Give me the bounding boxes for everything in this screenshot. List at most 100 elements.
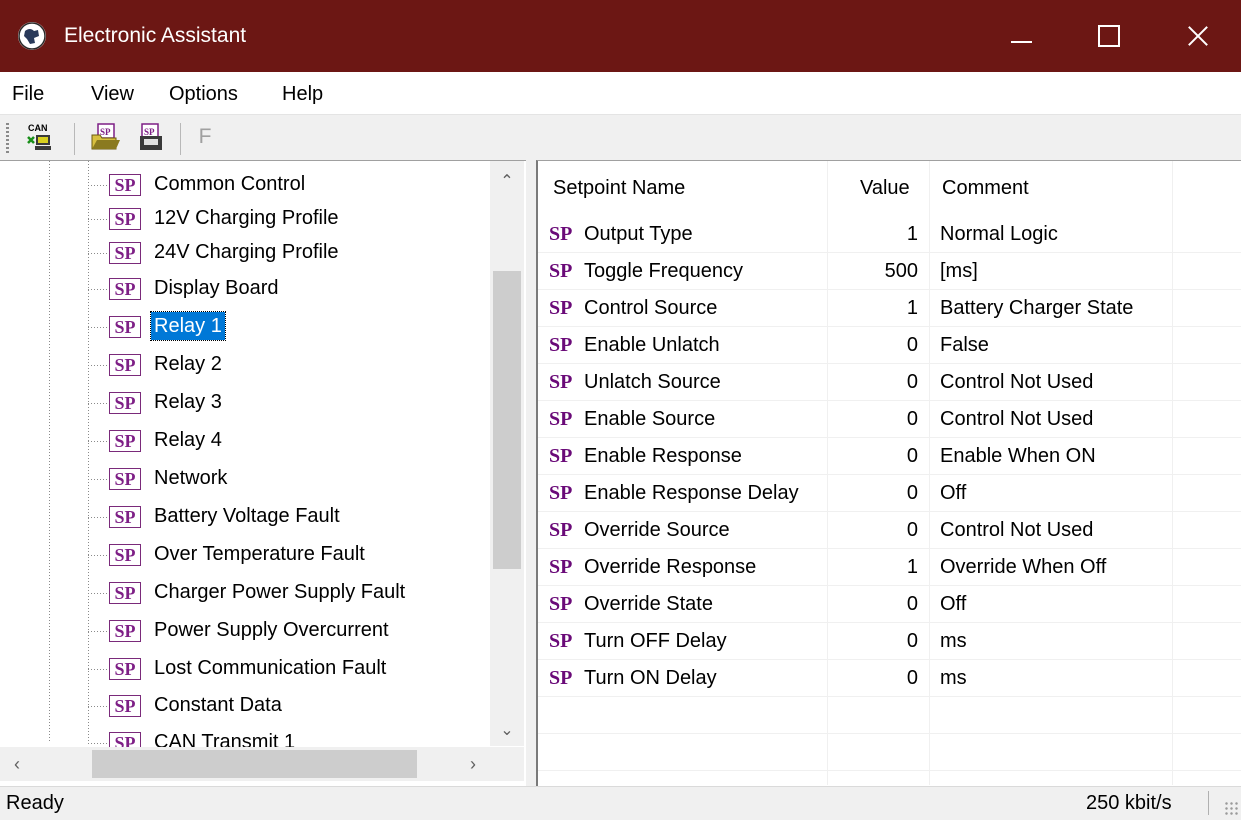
tree-item-label[interactable]: Power Supply Overcurrent: [151, 616, 392, 644]
status-separator: [1208, 791, 1209, 815]
setpoint-comment: Off: [940, 482, 967, 504]
menu-file[interactable]: File: [12, 72, 44, 116]
tree-item-label[interactable]: Battery Voltage Fault: [151, 502, 343, 530]
scroll-down-icon[interactable]: ⌄: [490, 714, 524, 748]
f-button[interactable]: F: [188, 121, 222, 153]
list-row[interactable]: SP Enable Response Delay 0 Off: [538, 475, 1241, 512]
save-setpoints-button[interactable]: SP: [134, 121, 168, 153]
menu-view[interactable]: View: [91, 72, 134, 116]
tree-item-label[interactable]: Network: [151, 464, 230, 492]
tree-item-label[interactable]: Over Temperature Fault: [151, 540, 368, 568]
tree-item[interactable]: SP Over Temperature Fault: [88, 537, 488, 571]
tree-item[interactable]: SP 12V Charging Profile: [88, 201, 488, 235]
menu-options[interactable]: Options: [169, 72, 238, 116]
setpoint-name: Toggle Frequency: [584, 260, 743, 282]
minimize-button[interactable]: [976, 0, 1064, 72]
setpoint-value[interactable]: 0: [828, 586, 918, 623]
setpoint-value[interactable]: 0: [828, 364, 918, 401]
setpoint-value[interactable]: 0: [828, 512, 918, 549]
sp-icon: SP: [549, 519, 573, 541]
list-row[interactable]: SP Unlatch Source 0 Control Not Used: [538, 364, 1241, 401]
tree-item[interactable]: SP Common Control: [88, 167, 488, 201]
tree-connector: [88, 441, 108, 442]
list-row[interactable]: SP Output Type 1 Normal Logic: [538, 216, 1241, 253]
sp-icon: SP: [109, 695, 141, 717]
list-row[interactable]: SP Enable Source 0 Control Not Used: [538, 401, 1241, 438]
sp-icon: SP: [109, 354, 141, 376]
list-row[interactable]: SP Turn ON Delay 0 ms: [538, 660, 1241, 697]
tree-item-label[interactable]: Charger Power Supply Fault: [151, 578, 408, 606]
tree-item[interactable]: SP Constant Data: [88, 688, 488, 722]
toolbar-grip[interactable]: [6, 123, 9, 155]
list-row[interactable]: SP Control Source 1 Battery Charger State: [538, 290, 1241, 327]
tree-item-label[interactable]: Lost Communication Fault: [151, 654, 389, 682]
tree-horizontal-scrollbar[interactable]: ‹ ›: [0, 747, 524, 781]
column-header-value[interactable]: Value: [860, 161, 910, 216]
setpoint-value[interactable]: 0: [828, 623, 918, 660]
tree-item[interactable]: SP Power Supply Overcurrent: [88, 613, 488, 647]
tree-item[interactable]: SP Relay 2: [88, 347, 488, 381]
setpoint-list[interactable]: Setpoint Name Value Comment SP Output Typ…: [536, 160, 1241, 786]
tree-item[interactable]: SP 24V Charging Profile: [88, 235, 488, 269]
scroll-thumb[interactable]: [493, 271, 521, 569]
list-row[interactable]: SP Override Source 0 Control Not Used: [538, 512, 1241, 549]
setpoint-value[interactable]: 1: [828, 549, 918, 586]
tree-item[interactable]: SP Relay 3: [88, 385, 488, 419]
maximize-button[interactable]: [1064, 0, 1152, 72]
setpoint-value[interactable]: 0: [828, 475, 918, 512]
toolbar-separator: [180, 123, 181, 155]
tree-item-label[interactable]: 24V Charging Profile: [151, 238, 342, 266]
list-row[interactable]: SP Toggle Frequency 500 [ms]: [538, 253, 1241, 290]
setpoint-value[interactable]: 1: [828, 216, 918, 253]
app-logo-icon[interactable]: [18, 22, 46, 50]
list-row[interactable]: SP Override State 0 Off: [538, 586, 1241, 623]
open-setpoints-button[interactable]: SP: [88, 121, 122, 153]
list-row[interactable]: SP Override Response 1 Override When Off: [538, 549, 1241, 586]
resize-grip[interactable]: [1224, 801, 1238, 815]
column-header-comment[interactable]: Comment: [942, 161, 1029, 216]
tree-item-label[interactable]: Display Board: [151, 274, 282, 302]
tree-item[interactable]: SP Network: [88, 461, 488, 495]
tree-item[interactable]: SP Relay 1: [88, 309, 488, 343]
setpoint-value[interactable]: 0: [828, 401, 918, 438]
column-header-name[interactable]: Setpoint Name: [553, 161, 685, 216]
tree-item-label[interactable]: Relay 4: [151, 426, 225, 454]
tree-item[interactable]: SP Relay 4: [88, 423, 488, 457]
setpoint-value[interactable]: 0: [828, 327, 918, 364]
sp-icon: SP: [109, 620, 141, 642]
tree-item-label[interactable]: Relay 3: [151, 388, 225, 416]
setpoint-comment: Normal Logic: [940, 223, 1058, 245]
can-connect-button[interactable]: CAN: [22, 121, 56, 153]
list-row[interactable]: SP Turn OFF Delay 0 ms: [538, 623, 1241, 660]
tree-item[interactable]: SP Display Board: [88, 271, 488, 305]
tree-item[interactable]: SP Battery Voltage Fault: [88, 499, 488, 533]
scroll-right-icon[interactable]: ›: [456, 747, 490, 781]
scroll-up-icon[interactable]: ⌃: [490, 165, 524, 199]
sp-icon: SP: [549, 445, 573, 467]
tree-item[interactable]: SP Lost Communication Fault: [88, 651, 488, 685]
tree-item-label[interactable]: Relay 2: [151, 350, 225, 378]
scroll-thumb[interactable]: [92, 750, 417, 778]
setpoint-value[interactable]: 0: [828, 660, 918, 697]
tree-connector: [88, 517, 108, 518]
tree-item-label[interactable]: Common Control: [151, 170, 308, 198]
setpoint-value[interactable]: 0: [828, 438, 918, 475]
status-text: Ready: [6, 792, 64, 814]
setpoint-value[interactable]: 1: [828, 290, 918, 327]
scroll-left-icon[interactable]: ‹: [0, 747, 34, 781]
setpoint-tree[interactable]: SP Common Control SP 12V Charging Profile SP…: [0, 160, 527, 787]
tree-vertical-scrollbar[interactable]: ⌃ ⌄: [490, 161, 524, 746]
list-row[interactable]: SP Enable Unlatch 0 False: [538, 327, 1241, 364]
tree-item-label[interactable]: Relay 1: [150, 311, 226, 341]
close-button[interactable]: [1153, 0, 1241, 72]
tree-item-label[interactable]: Constant Data: [151, 691, 285, 719]
sp-icon: SP: [109, 430, 141, 452]
menu-help[interactable]: Help: [282, 72, 323, 116]
setpoint-comment: False: [940, 334, 989, 356]
sp-icon: SP: [549, 593, 573, 615]
tree-item-label[interactable]: 12V Charging Profile: [151, 204, 342, 232]
setpoint-value[interactable]: 500: [828, 253, 918, 290]
tree-item[interactable]: SP Charger Power Supply Fault: [88, 575, 488, 609]
list-row[interactable]: SP Enable Response 0 Enable When ON: [538, 438, 1241, 475]
pane-splitter[interactable]: [526, 160, 536, 786]
